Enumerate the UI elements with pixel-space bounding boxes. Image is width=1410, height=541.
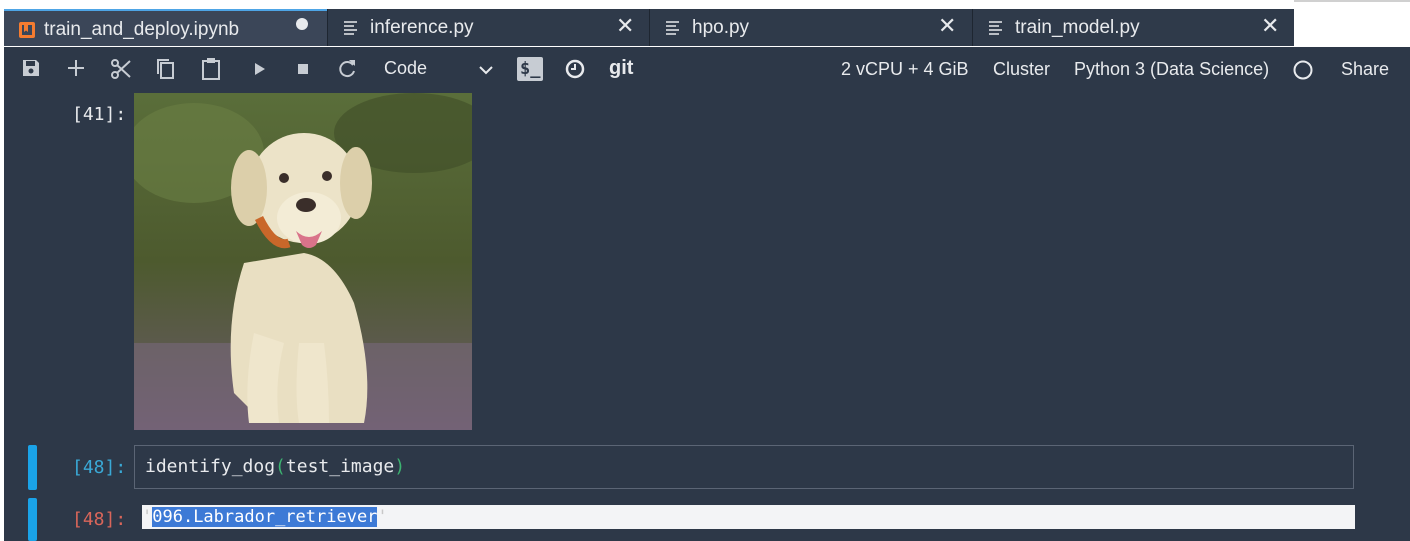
git-button[interactable]: git	[609, 57, 633, 80]
tab-bar: train_and_deploy.ipynb inference.py ✕ hp…	[0, 0, 1410, 47]
add-icon[interactable]	[65, 57, 87, 83]
kernel-name[interactable]: Python 3 (Data Science)	[1074, 59, 1269, 80]
cluster-button[interactable]: Cluster	[993, 59, 1050, 80]
input-prompt: [48]:	[72, 457, 127, 478]
file-text-icon	[666, 21, 679, 35]
close-icon[interactable]: ✕	[938, 13, 956, 39]
dog-image	[134, 93, 472, 430]
code-paren-close: )	[394, 456, 406, 477]
code-paren-open: (	[275, 456, 286, 477]
chevron-down-icon	[479, 66, 493, 75]
active-cell-indicator[interactable]	[28, 445, 37, 490]
tab-train-and-deploy[interactable]: train_and_deploy.ipynb	[4, 9, 327, 46]
tab-label: train_model.py	[1015, 17, 1140, 38]
output-cell-indicator[interactable]	[28, 498, 37, 541]
output-prompt: [48]:	[72, 509, 127, 530]
tab-label: hpo.py	[692, 17, 750, 38]
clock-icon[interactable]	[564, 57, 586, 83]
tab-label: inference.py	[370, 17, 474, 38]
cut-icon[interactable]	[109, 57, 133, 83]
terminal-icon[interactable]: $_	[517, 57, 543, 81]
copy-icon[interactable]	[155, 57, 177, 83]
output-line[interactable]: '096.Labrador_retriever'	[142, 507, 388, 527]
cell-type-select[interactable]: Code	[384, 58, 496, 84]
run-icon[interactable]	[249, 57, 271, 83]
tab-train-model[interactable]: train_model.py ✕	[973, 9, 1294, 46]
tab-bar-border	[1294, 0, 1410, 2]
code-line[interactable]: identify_dog(test_image)	[145, 456, 405, 477]
instance-type[interactable]: 2 vCPU + 4 GiB	[841, 59, 969, 80]
close-icon[interactable]: ✕	[1261, 13, 1279, 39]
cell-prompt: [41]:	[72, 104, 127, 125]
kernel-status-icon	[1292, 59, 1314, 85]
stop-icon[interactable]	[292, 57, 314, 83]
tab-label: train_and_deploy.ipynb	[44, 19, 240, 40]
paste-icon[interactable]	[200, 57, 222, 83]
restart-icon[interactable]	[335, 57, 359, 83]
file-text-icon	[989, 21, 1002, 35]
code-editor[interactable]: identify_dog(test_image)	[134, 445, 1354, 489]
unsaved-dot-icon[interactable]	[296, 18, 308, 30]
output-area[interactable]: '096.Labrador_retriever'	[142, 505, 1355, 529]
output-quote-close: '	[377, 507, 388, 527]
save-icon[interactable]	[20, 57, 42, 83]
cell-type-value: Code	[384, 58, 428, 78]
terminal-label: $_	[520, 59, 541, 79]
notebook-icon	[19, 22, 35, 38]
file-text-icon	[344, 21, 357, 35]
code-function: identify_dog	[145, 456, 276, 477]
tab-inference[interactable]: inference.py ✕	[328, 9, 649, 46]
output-quote-open: '	[142, 507, 153, 527]
share-button[interactable]: Share	[1341, 59, 1389, 80]
close-icon[interactable]: ✕	[616, 13, 634, 39]
tab-hpo[interactable]: hpo.py ✕	[650, 9, 972, 46]
code-argument: test_image	[285, 456, 395, 477]
notebook-toolbar: Code $_ git 2 vCPU + 4 GiB Cluster Pytho…	[4, 47, 1410, 93]
output-selected-text[interactable]: 096.Labrador_retriever	[152, 507, 378, 527]
